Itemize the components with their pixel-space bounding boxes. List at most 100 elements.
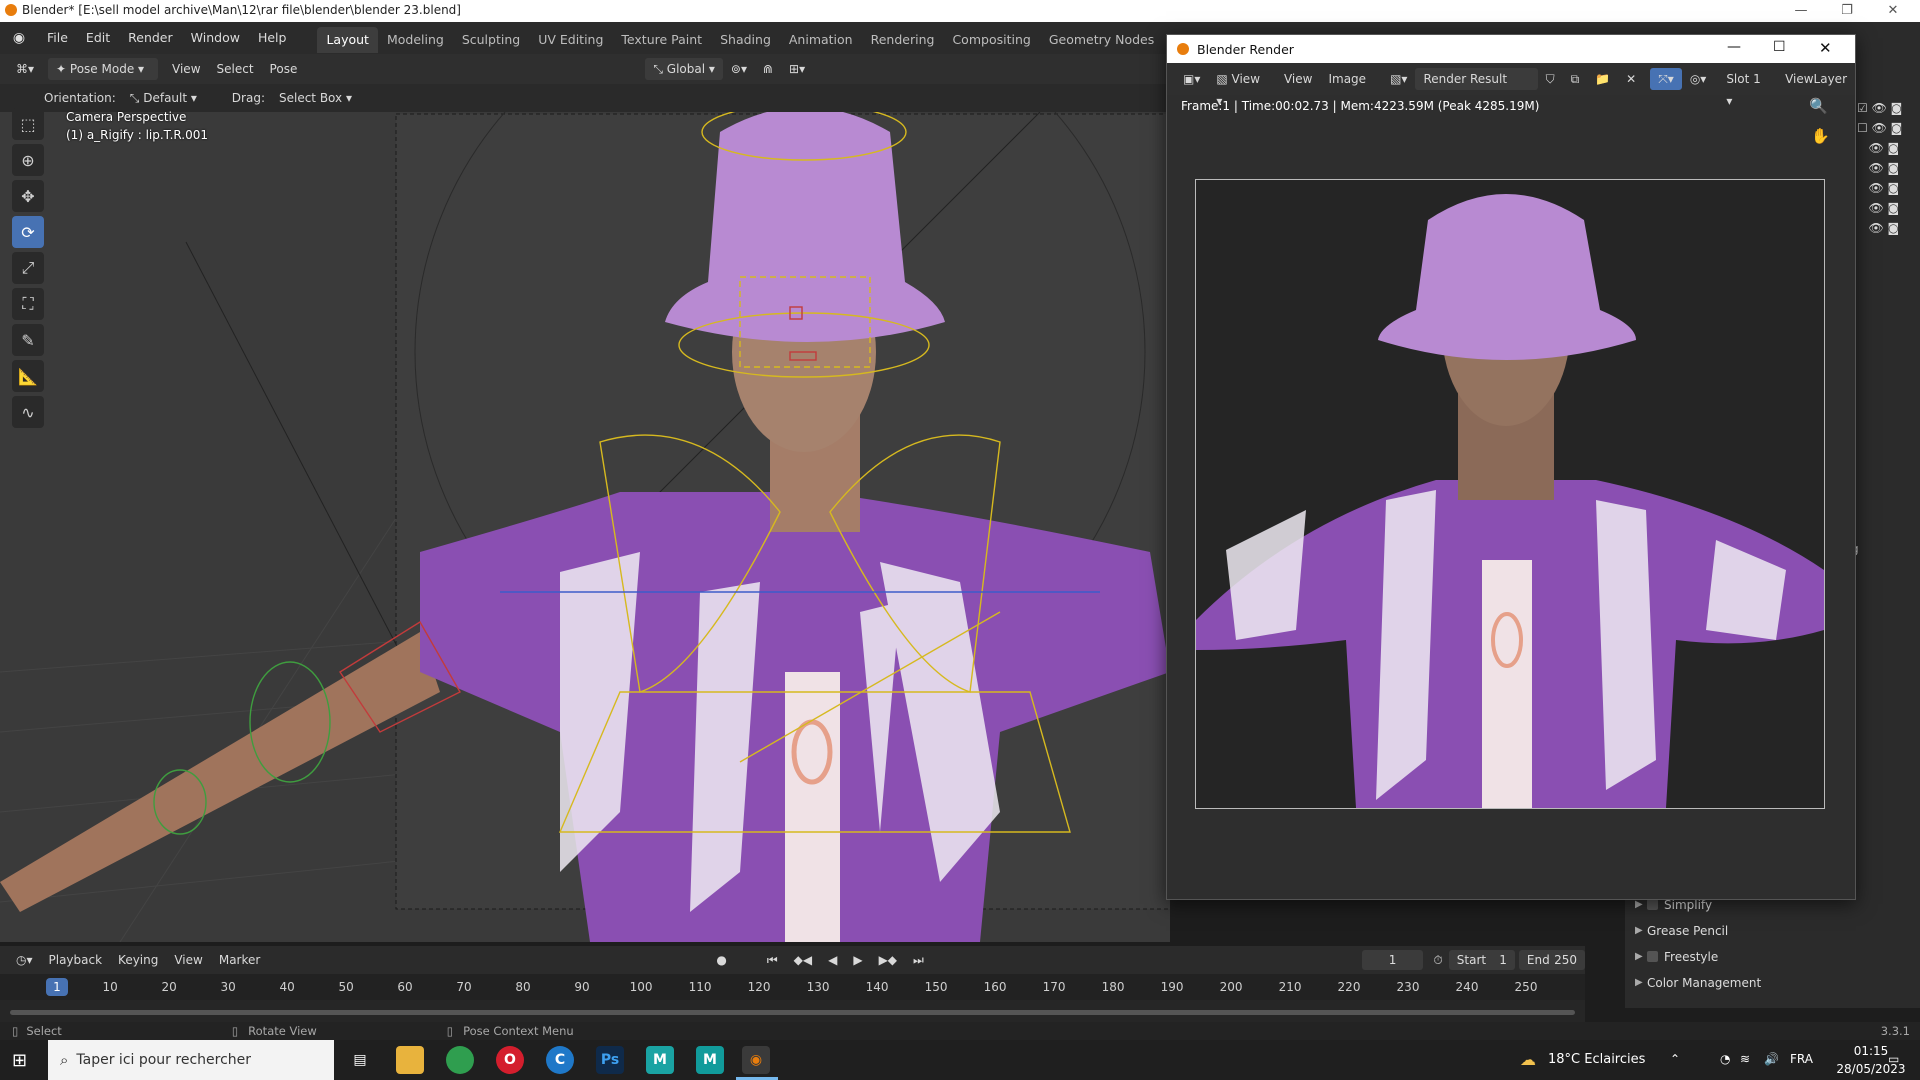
eye-icon[interactable]: ☐ 👁 ◙: [1857, 118, 1902, 138]
select-box-tool-icon[interactable]: ⬚: [12, 108, 44, 140]
start-frame-field[interactable]: Start 1: [1448, 950, 1515, 970]
slot-dropdown[interactable]: Slot 1 ▾: [1718, 68, 1777, 108]
tab-compositing[interactable]: Compositing: [943, 27, 1039, 53]
timeline-tick[interactable]: 150: [925, 980, 948, 994]
timeline-tick[interactable]: 50: [338, 980, 353, 994]
timeline-tick[interactable]: 230: [1397, 980, 1420, 994]
open-image-icon[interactable]: 📁: [1587, 68, 1618, 90]
eye-icon[interactable]: 👁 ◙: [1857, 138, 1902, 158]
timeline-scrollbar[interactable]: [10, 1010, 1575, 1015]
clock-icon[interactable]: ⏱: [1433, 953, 1442, 968]
tab-sculpting[interactable]: Sculpting: [453, 27, 529, 53]
network-icon[interactable]: ◔: [1720, 1052, 1730, 1066]
menu-view[interactable]: View: [166, 949, 210, 971]
timeline-tick[interactable]: 200: [1220, 980, 1243, 994]
fake-user-icon[interactable]: ⛉: [1538, 68, 1563, 90]
measure-tool-icon[interactable]: 📐: [12, 360, 44, 392]
menu-image[interactable]: Image: [1320, 68, 1374, 90]
timeline-tick[interactable]: 220: [1338, 980, 1361, 994]
tab-animation[interactable]: Animation: [780, 27, 862, 53]
section-freestyle[interactable]: ▶ Freestyle: [1625, 944, 1920, 970]
end-frame-field[interactable]: End 250: [1518, 950, 1585, 970]
prev-keyframe-icon[interactable]: ◆◀: [786, 949, 820, 971]
image-browse-icon[interactable]: ▧▾: [1382, 68, 1415, 90]
timeline-tick[interactable]: 30: [220, 980, 235, 994]
timeline-tick[interactable]: 240: [1456, 980, 1479, 994]
maya-icon[interactable]: M: [646, 1046, 674, 1074]
opera-icon[interactable]: O: [496, 1046, 524, 1074]
minimize-icon[interactable]: —: [1778, 0, 1824, 22]
play-reverse-icon[interactable]: ◀: [820, 949, 845, 971]
menu-view[interactable]: View: [164, 58, 208, 80]
3d-viewport[interactable]: [0, 112, 1170, 942]
view-layer-label[interactable]: ViewLayer: [1777, 68, 1855, 90]
timeline-tick[interactable]: 160: [984, 980, 1007, 994]
timeline-tick[interactable]: 80: [515, 980, 530, 994]
mode-dropdown[interactable]: ✦ Pose Mode ▾: [48, 58, 159, 80]
notifications-icon[interactable]: ▭: [1888, 1052, 1899, 1066]
tab-uv-editing[interactable]: UV Editing: [529, 27, 612, 53]
eye-icon[interactable]: 👁 ◙: [1857, 198, 1902, 218]
blender-menu-icon[interactable]: ◉: [0, 30, 38, 46]
menu-select[interactable]: Select: [209, 58, 262, 80]
task-view-icon[interactable]: ▤: [346, 1046, 374, 1074]
windows-start-icon[interactable]: ⊞: [12, 1050, 27, 1071]
timeline-tick[interactable]: 120: [748, 980, 771, 994]
timeline-tick[interactable]: 90: [574, 980, 589, 994]
weather-icon[interactable]: ☁: [1520, 1050, 1536, 1069]
timeline-tick[interactable]: 70: [456, 980, 471, 994]
weather-text[interactable]: 18°C Eclaircies: [1548, 1052, 1645, 1067]
bone-tool-icon[interactable]: ∿: [12, 396, 44, 428]
close-icon[interactable]: ✕: [1819, 39, 1832, 57]
timeline-body[interactable]: [0, 1000, 1585, 1022]
new-image-icon[interactable]: ⧉: [1563, 68, 1588, 90]
annotate-tool-icon[interactable]: ✎: [12, 324, 44, 356]
tab-modeling[interactable]: Modeling: [378, 27, 453, 53]
tab-layout[interactable]: Layout: [317, 26, 378, 53]
menu-marker[interactable]: Marker: [211, 949, 268, 971]
minimize-icon[interactable]: —: [1727, 39, 1741, 55]
timeline-tick[interactable]: 60: [397, 980, 412, 994]
editor-type-icon[interactable]: ▣▾: [1175, 68, 1208, 90]
move-tool-icon[interactable]: ✥: [12, 180, 44, 212]
timeline-tick[interactable]: 130: [807, 980, 830, 994]
simplify-checkbox[interactable]: [1647, 899, 1658, 910]
editor-type-icon[interactable]: ⌘▾: [8, 58, 42, 80]
eye-icon[interactable]: 👁 ◙: [1857, 218, 1902, 238]
overlay-toggle-icon[interactable]: ◎▾: [1682, 68, 1715, 90]
timeline-tick[interactable]: 140: [866, 980, 889, 994]
next-keyframe-icon[interactable]: ▶◆: [871, 949, 905, 971]
cortana-icon[interactable]: C: [546, 1046, 574, 1074]
menu-window[interactable]: Window: [182, 22, 249, 54]
timeline-tick[interactable]: 40: [279, 980, 294, 994]
menu-playback[interactable]: Playback ▾: [41, 949, 111, 989]
marvelous-icon[interactable]: M: [696, 1046, 724, 1074]
tab-rendering[interactable]: Rendering: [862, 27, 944, 53]
wifi-icon[interactable]: ≋: [1740, 1052, 1750, 1066]
menu-edit[interactable]: Edit: [77, 22, 119, 54]
timeline-ruler[interactable]: 1 10 20 30 40 50 60 70 80 90 100 110 120 130 140 150 160…: [0, 974, 1585, 1000]
view-dropdown[interactable]: ▧ View ▾: [1208, 68, 1276, 108]
eye-icon[interactable]: ☑ 👁 ◙: [1857, 98, 1902, 118]
zoom-icon[interactable]: 🔍: [1809, 97, 1828, 115]
menu-keying[interactable]: Keying ▾: [110, 949, 166, 989]
current-frame-field[interactable]: 1: [1361, 950, 1424, 970]
freestyle-checkbox[interactable]: [1647, 951, 1658, 962]
section-color-management[interactable]: ▶ Color Management: [1625, 970, 1920, 996]
section-grease-pencil[interactable]: ▶ Grease Pencil: [1625, 918, 1920, 944]
timeline-tick[interactable]: 180: [1102, 980, 1125, 994]
proportional-icon[interactable]: ⊞▾: [781, 58, 813, 80]
unlink-icon[interactable]: ✕: [1618, 68, 1644, 90]
scale-tool-icon[interactable]: ⤢: [12, 252, 44, 284]
tab-shading[interactable]: Shading: [711, 27, 780, 53]
transform-orientation-dropdown[interactable]: ⤡ Global ▾: [645, 58, 723, 80]
taskbar-search-box[interactable]: ⌕ Taper ici pour rechercher: [48, 1040, 334, 1080]
restore-icon[interactable]: ❐: [1824, 0, 1870, 22]
blender-taskbar-icon[interactable]: ◉: [742, 1046, 770, 1074]
language-indicator[interactable]: FRA: [1790, 1052, 1813, 1066]
eye-icon[interactable]: 👁 ◙: [1857, 178, 1902, 198]
menu-file[interactable]: File: [38, 22, 77, 54]
tab-texture-paint[interactable]: Texture Paint: [612, 27, 711, 53]
cursor-tool-icon[interactable]: ⊕: [12, 144, 44, 176]
maximize-icon[interactable]: ☐: [1773, 39, 1786, 55]
